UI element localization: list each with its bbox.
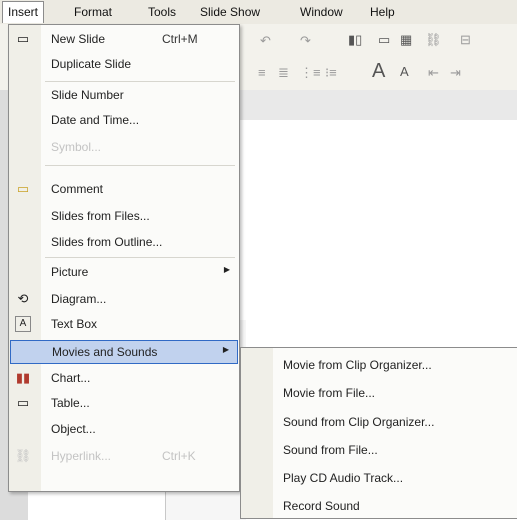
menu-separator — [45, 81, 235, 82]
increase-indent-icon[interactable]: ⇥ — [450, 65, 461, 81]
hyperlink-toolbar-icon[interactable]: ⛓ — [425, 32, 442, 48]
submenu-item-sound-from-clip-organizer[interactable]: Sound from Clip Organizer... — [283, 415, 434, 429]
increase-font-icon[interactable]: A — [372, 60, 385, 83]
chart-icon: ▮▮ — [15, 370, 31, 385]
menu-item-table[interactable]: ▭ Table... — [10, 392, 238, 414]
menu-item-slide-number[interactable]: Slide Number — [10, 84, 238, 106]
diagram-icon: ⟲ — [17, 291, 29, 306]
decrease-indent-icon[interactable]: ⇤ — [428, 65, 439, 81]
insert-menu: ▭ New Slide Ctrl+M Duplicate Slide Slide… — [8, 24, 240, 492]
comment-icon: ▭ — [16, 181, 30, 196]
decrease-font-icon[interactable]: A — [400, 64, 409, 79]
menu-bar: Insert Format Tools Slide Show Window He… — [0, 0, 517, 25]
menu-help[interactable]: Help — [370, 5, 395, 19]
menu-slide-show[interactable]: Slide Show — [200, 5, 260, 19]
menu-item-slides-from-files[interactable]: Slides from Files... — [10, 205, 238, 227]
menu-window[interactable]: Window — [300, 5, 343, 19]
menu-separator — [45, 165, 235, 166]
bullets-icon[interactable]: ⁝≡ — [325, 65, 337, 81]
insert-table-icon[interactable]: ▭ — [378, 32, 390, 48]
insert-chart-icon[interactable]: ▮▯ — [348, 32, 362, 48]
table-icon: ▭ — [16, 395, 30, 410]
menu-item-movies-and-sounds[interactable]: Movies and Sounds ▶ — [10, 340, 238, 364]
menu-item-text-box[interactable]: A Text Box — [10, 313, 238, 335]
menu-item-picture[interactable]: Picture ▶ — [10, 261, 238, 283]
menu-item-comment[interactable]: ▭ Comment — [10, 178, 238, 200]
menu-item-chart[interactable]: ▮▮ Chart... — [10, 367, 238, 389]
submenu-icon-gutter — [241, 348, 273, 518]
submenu-item-sound-from-file[interactable]: Sound from File... — [283, 443, 378, 457]
menu-item-hyperlink: ⛓ Hyperlink... Ctrl+K — [14, 448, 196, 463]
text-box-icon: A — [15, 316, 31, 332]
menu-item-duplicate-slide[interactable]: Duplicate Slide — [10, 53, 238, 75]
movies-and-sounds-submenu: Movie from Clip Organizer... Movie from … — [240, 347, 517, 519]
menu-insert[interactable]: Insert — [2, 1, 45, 23]
menu-item-slides-from-outline[interactable]: Slides from Outline... — [10, 231, 238, 253]
menu-item-new-slide[interactable]: ▭ New Slide Ctrl+M — [10, 28, 238, 50]
submenu-arrow-icon: ▶ — [222, 345, 229, 354]
menu-format[interactable]: Format — [74, 5, 112, 19]
menu-separator — [45, 257, 235, 258]
menu-item-diagram[interactable]: ⟲ Diagram... — [10, 288, 238, 310]
menu-item-date-time[interactable]: Date and Time... — [10, 109, 238, 131]
menu-tools[interactable]: Tools — [148, 5, 176, 19]
hyperlink-icon: ⛓ — [14, 448, 32, 463]
slide-pane-header — [240, 90, 517, 120]
justify-icon[interactable]: ≣ — [278, 65, 289, 81]
align-right-icon[interactable]: ≡ — [258, 65, 266, 80]
redo-icon[interactable]: ↷ — [300, 33, 311, 49]
submenu-item-movie-from-clip-organizer[interactable]: Movie from Clip Organizer... — [283, 358, 432, 372]
new-slide-icon: ▭ — [16, 31, 30, 46]
tables-borders-icon[interactable]: ▦ — [400, 32, 412, 48]
submenu-item-play-cd-audio-track[interactable]: Play CD Audio Track... — [283, 471, 403, 485]
submenu-arrow-icon: ▶ — [223, 265, 230, 274]
submenu-item-movie-from-file[interactable]: Movie from File... — [283, 386, 375, 400]
menu-item-symbol: Symbol... — [51, 140, 102, 154]
undo-icon[interactable]: ↶ — [260, 33, 271, 49]
expand-all-icon[interactable]: ⊟ — [460, 32, 471, 48]
menu-item-object[interactable]: Object... — [10, 418, 238, 440]
submenu-item-record-sound[interactable]: Record Sound — [283, 499, 360, 513]
numbering-icon[interactable]: ⋮≡ — [300, 65, 321, 81]
